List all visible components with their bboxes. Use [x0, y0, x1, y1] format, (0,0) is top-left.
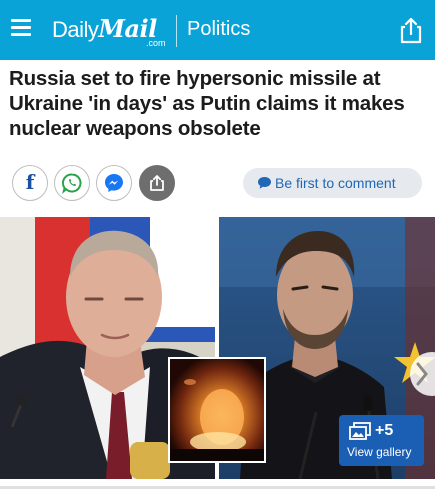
logo-daily-text: Daily	[52, 17, 99, 42]
explosion-inset-photo	[168, 357, 266, 463]
comment-label: Be first to comment	[275, 175, 396, 191]
messenger-icon	[105, 174, 123, 192]
header-divider	[176, 15, 177, 47]
article-hero-image[interactable]: +5 View gallery	[0, 217, 435, 479]
section-title[interactable]: Politics	[187, 18, 250, 41]
article-headline: Russia set to fire hypersonic missile at…	[9, 67, 405, 140]
whatsapp-icon	[61, 173, 82, 194]
top-bar: DailyMail .com Politics	[0, 0, 435, 60]
site-logo[interactable]: DailyMail .com	[52, 14, 166, 48]
logo-com-text: .com	[146, 38, 166, 48]
share-icon	[150, 175, 164, 191]
hamburger-menu-icon[interactable]	[11, 17, 31, 37]
comment-button[interactable]: Be first to comment	[243, 168, 422, 198]
bottom-divider	[0, 486, 435, 489]
messenger-share-button[interactable]	[96, 165, 132, 201]
facebook-icon: f	[25, 170, 35, 194]
whatsapp-share-button[interactable]	[54, 165, 90, 201]
view-gallery-badge[interactable]: +5 View gallery	[339, 415, 424, 466]
more-share-button[interactable]	[139, 165, 175, 201]
gallery-images-icon	[349, 422, 371, 440]
facebook-share-button[interactable]: f	[12, 165, 48, 201]
share-icon[interactable]	[398, 16, 424, 44]
comment-bubble-icon	[258, 177, 271, 189]
gallery-count: +5	[375, 422, 394, 439]
view-gallery-label: View gallery	[347, 445, 412, 459]
